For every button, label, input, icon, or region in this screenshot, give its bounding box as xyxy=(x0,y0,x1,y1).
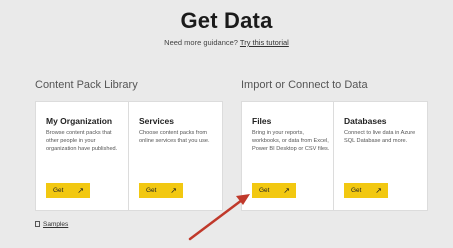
annotation-arrow xyxy=(188,194,250,241)
